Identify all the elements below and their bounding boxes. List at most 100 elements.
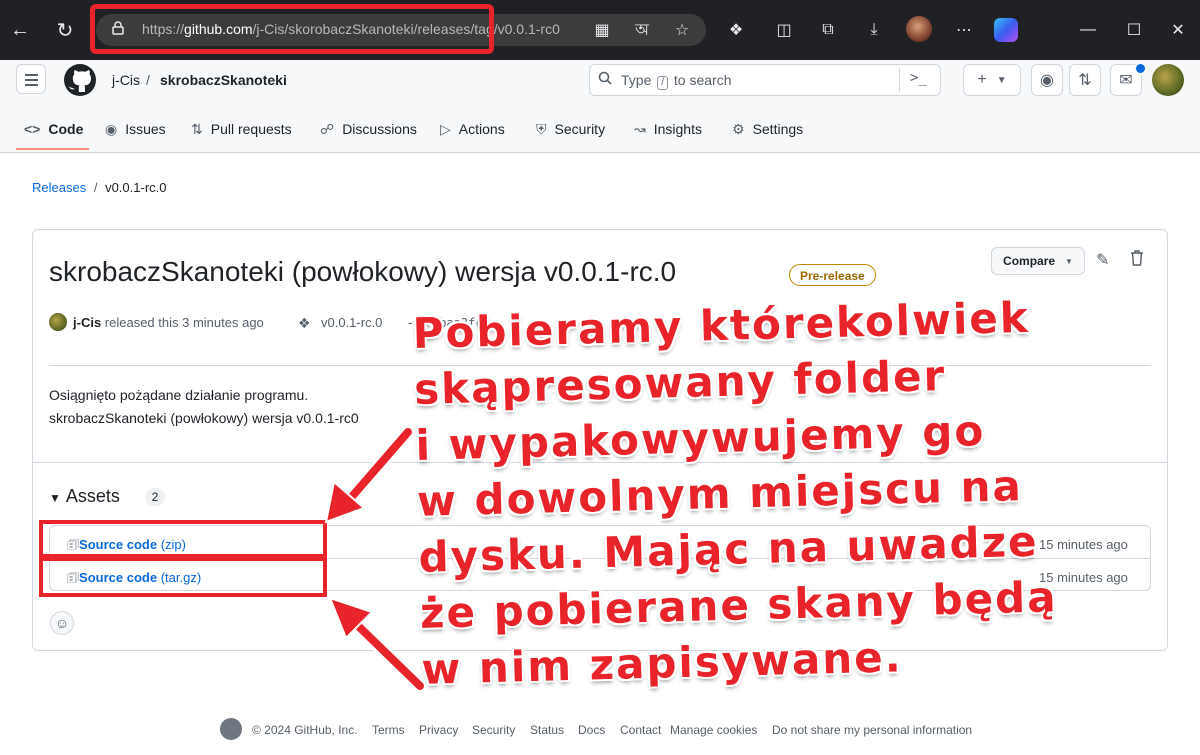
tab-settings-label: Settings (752, 121, 804, 137)
close-window-icon[interactable]: ✕ (1166, 18, 1190, 42)
inbox-icon: ✉ (1119, 72, 1133, 89)
downloads-icon[interactable]: ⤓ (862, 18, 886, 42)
tab-issues[interactable]: ◉ Issues (105, 120, 166, 138)
repo-owner-link[interactable]: j-Cis (112, 72, 140, 88)
play-icon: ▷ (440, 120, 451, 137)
footer-link-docs[interactable]: Docs (578, 723, 605, 737)
release-tag-link[interactable]: v0.0.1-rc.0 (321, 315, 382, 330)
breadcrumb-separator: / (93, 180, 98, 195)
breadcrumb-releases-link[interactable]: Releases (32, 180, 86, 195)
profile-avatar[interactable] (906, 16, 932, 42)
github-footer-logo-icon[interactable] (220, 718, 242, 740)
tab-code[interactable]: <> Code (24, 120, 83, 138)
tab-discussions[interactable]: ☍ Discussions (320, 120, 417, 138)
highlight-box-targz (39, 557, 327, 597)
assets-title: Assets (65, 486, 120, 506)
tab-actions[interactable]: ▷ Actions (440, 120, 505, 138)
compare-label: Compare (1003, 254, 1056, 268)
pull-request-icon: ⇅ (1078, 72, 1092, 89)
release-author-link[interactable]: j-Cis (73, 315, 101, 330)
search-shortcut-key: / (657, 76, 669, 90)
pull-requests-button[interactable]: ⇅ (1069, 64, 1101, 96)
add-reaction-smiley-icon[interactable]: ☺ (50, 611, 74, 635)
collections-icon[interactable]: ⧉ (816, 18, 840, 42)
code-icon: <> (24, 121, 41, 137)
assets-toggle[interactable]: ▼ Assets (49, 486, 120, 507)
breadcrumb-current: v0.0.1-rc.0 (105, 180, 167, 195)
footer-link-status[interactable]: Status (530, 723, 564, 737)
chevron-down-icon: ▼ (1065, 256, 1073, 266)
compare-button[interactable]: Compare ▼ (991, 247, 1085, 275)
reload-icon[interactable]: ↻ (51, 16, 79, 44)
search-placeholder: Type / to search (621, 72, 732, 90)
notification-indicator (1134, 62, 1147, 75)
repo-breadcrumb-separator: / (146, 72, 150, 88)
tab-security[interactable]: ⛨ Security (536, 120, 605, 138)
issues-button[interactable]: ◉ (1031, 64, 1063, 96)
issue-icon: ◉ (1040, 72, 1054, 89)
annotation-text: Pobieramy którekolwiek skąpresowany fold… (412, 289, 1060, 698)
search-divider (899, 68, 900, 92)
url-highlight-box (90, 4, 494, 54)
tab-actions-label: Actions (458, 121, 505, 137)
release-notes-line-2: skrobaczSkanoteki (powłokowy) wersja v0.… (49, 410, 359, 426)
triangle-down-icon: ▼ (49, 491, 61, 505)
active-tab-indicator (16, 148, 89, 150)
release-author-line: j-Cis released this 3 minutes ago (73, 315, 264, 330)
tab-insights-label: Insights (653, 121, 702, 137)
footer-link-contact[interactable]: Contact (620, 723, 661, 737)
tab-issues-label: Issues (125, 121, 166, 137)
tab-settings[interactable]: ⚙ Settings (732, 120, 803, 138)
highlight-box-zip (39, 520, 327, 558)
hamburger-menu-button[interactable] (16, 64, 46, 94)
trash-icon[interactable] (1130, 250, 1144, 266)
repo-name-link[interactable]: skrobaczSkanoteki (160, 72, 287, 88)
split-screen-icon[interactable]: ◫ (772, 18, 796, 42)
user-avatar[interactable] (1152, 64, 1184, 96)
chevron-down-icon: ▼ (996, 74, 1007, 86)
favorite-star-icon[interactable]: ☆ (670, 18, 694, 42)
footer-link-privacy[interactable]: Privacy (419, 723, 458, 737)
minimize-icon[interactable]: — (1076, 18, 1100, 42)
plus-icon: + (977, 71, 987, 88)
translate-icon[interactable]: অ (630, 18, 654, 42)
reader-mode-icon[interactable]: ▦ (590, 18, 614, 42)
tab-insights[interactable]: ↝ Insights (634, 120, 702, 138)
search-placeholder-suffix: to search (673, 72, 732, 88)
footer-link-security[interactable]: Security (472, 723, 515, 737)
footer-link-terms[interactable]: Terms (372, 723, 405, 737)
graph-icon: ↝ (634, 120, 646, 137)
more-menu-icon[interactable]: ⋯ (952, 18, 976, 42)
release-time-text: released this 3 minutes ago (104, 315, 264, 330)
author-avatar[interactable] (49, 313, 67, 331)
footer-link-do-not-share[interactable]: Do not share my personal information (772, 723, 972, 737)
assets-count-badge: 2 (145, 488, 165, 506)
extensions-icon[interactable]: ❖ (724, 18, 748, 42)
breadcrumb: Releases / v0.0.1-rc.0 (32, 180, 167, 195)
create-new-button[interactable]: + ▼ (963, 64, 1021, 96)
search-icon (598, 71, 612, 88)
footer-copyright: © 2024 GitHub, Inc. (252, 723, 358, 737)
tab-pull-requests[interactable]: ⇅ Pull requests (191, 120, 292, 138)
release-title: skrobaczSkanoteki (powłokowy) wersja v0.… (49, 256, 677, 287)
back-icon[interactable]: ← (6, 16, 34, 44)
gear-icon: ⚙ (732, 120, 745, 137)
tab-pull-requests-label: Pull requests (210, 121, 292, 137)
search-placeholder-prefix: Type (621, 72, 652, 88)
prerelease-badge: Pre-release (789, 264, 876, 286)
copilot-icon[interactable] (994, 18, 1018, 42)
edit-pencil-icon[interactable]: ✎ (1096, 250, 1109, 270)
shield-icon: ⛨ (536, 120, 547, 137)
arrow-up-left (324, 425, 415, 524)
annotation-arrows (324, 425, 427, 693)
maximize-icon[interactable]: ☐ (1122, 18, 1146, 42)
command-palette-icon[interactable]: >_ (910, 70, 927, 86)
github-logo-icon[interactable] (64, 64, 96, 96)
tab-security-label: Security (554, 121, 606, 137)
pull-request-icon: ⇅ (191, 120, 203, 137)
tab-code-label: Code (48, 121, 84, 137)
discussion-icon: ☍ (320, 120, 335, 137)
release-notes-line-1: Osiągnięto pożądane działanie programu. (49, 387, 309, 403)
tab-discussions-label: Discussions (342, 121, 417, 137)
footer-link-manage-cookies[interactable]: Manage cookies (670, 723, 757, 737)
